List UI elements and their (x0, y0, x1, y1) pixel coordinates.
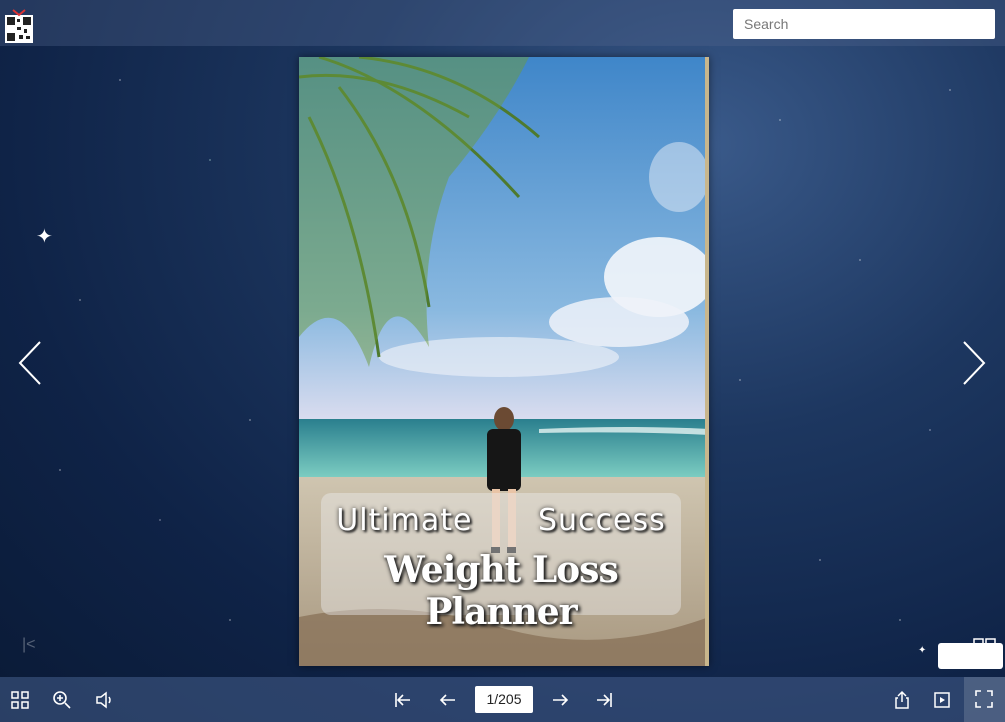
next-page-button[interactable] (548, 677, 572, 722)
page-edge (705, 57, 709, 666)
grid-icon (11, 690, 29, 709)
tooltip-pin-icon (973, 638, 996, 648)
title-panel: Ultimate Success Weight Loss Planner (321, 493, 681, 633)
zoom-button[interactable] (50, 677, 74, 722)
zoom-in-icon (53, 690, 71, 709)
fullscreen-icon (975, 690, 993, 708)
first-page-icon (395, 692, 410, 707)
sparkle-decoration: ✦ (918, 645, 927, 656)
first-page-button[interactable] (391, 677, 415, 722)
faint-first-page-icon: |< (22, 636, 36, 653)
prev-page-button[interactable] (436, 677, 460, 722)
book-page[interactable]: Ultimate Success Weight Loss Planner (299, 57, 709, 666)
share-button[interactable] (890, 677, 914, 722)
last-page-button[interactable] (592, 677, 616, 722)
qr-code-icon[interactable] (5, 7, 33, 43)
last-page-icon (597, 692, 612, 707)
play-icon (934, 691, 950, 708)
top-toolbar (0, 0, 1005, 46)
sound-button[interactable] (92, 677, 116, 722)
book-title-line2: Weight Loss Planner (384, 549, 618, 633)
share-icon (895, 690, 909, 709)
sparkle-decoration: ✦ (36, 226, 53, 248)
fullscreen-button[interactable] (964, 677, 1005, 722)
arrow-right-icon (553, 693, 569, 706)
autoplay-button[interactable] (930, 677, 954, 722)
speaker-icon (96, 690, 111, 709)
chevron-left-icon[interactable] (16, 340, 46, 386)
book-title-line1: Ultimate Success (336, 503, 666, 538)
search-input[interactable] (733, 9, 995, 39)
arrow-left-icon (439, 693, 455, 706)
chevron-right-icon[interactable] (958, 340, 988, 386)
page-number-input[interactable]: 1/205 (475, 686, 533, 713)
thumbnails-button[interactable] (8, 677, 32, 722)
